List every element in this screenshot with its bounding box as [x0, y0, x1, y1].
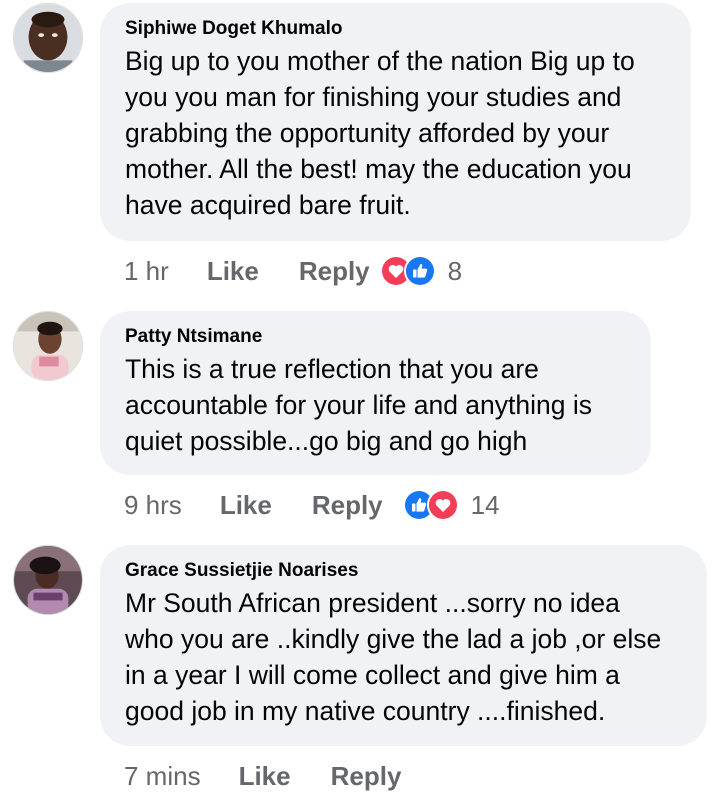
comment-bubble: Patty Ntsimane This is a true reflection…: [100, 311, 651, 475]
comment-timestamp[interactable]: 9 hrs: [124, 490, 182, 521]
like-button[interactable]: Like: [207, 256, 259, 287]
comment-text: Big up to you mother of the nation Big u…: [125, 46, 635, 220]
reply-button[interactable]: Reply: [299, 256, 370, 287]
like-button[interactable]: Like: [220, 490, 272, 521]
comment-actions: 7 mins Like Reply: [124, 756, 411, 796]
reaction-summary[interactable]: 8: [379, 255, 463, 287]
like-reaction-icon: [403, 255, 436, 287]
comment-text: This is a true reflection that you are a…: [125, 354, 592, 456]
comment-author[interactable]: Siphiwe Doget Khumalo: [125, 17, 667, 41]
reaction-count: 8: [447, 255, 463, 286]
comment-text: Mr South African president ...sorry no i…: [125, 588, 662, 726]
love-reaction-icon: [426, 489, 459, 521]
reaction-summary[interactable]: 14: [402, 489, 500, 521]
reply-button[interactable]: Reply: [312, 490, 383, 521]
avatar[interactable]: [13, 545, 83, 615]
avatar[interactable]: [13, 3, 83, 73]
like-button[interactable]: Like: [239, 761, 291, 792]
comment-bubble: Grace Sussietjie Noarises Mr South Afric…: [100, 545, 707, 746]
comment-timestamp[interactable]: 1 hr: [124, 256, 169, 287]
reply-button[interactable]: Reply: [331, 761, 402, 792]
comment-bubble: Siphiwe Doget Khumalo Big up to you moth…: [100, 3, 691, 241]
avatar[interactable]: [13, 311, 83, 381]
comment-author[interactable]: Patty Ntsimane: [125, 325, 627, 349]
comment-timestamp[interactable]: 7 mins: [124, 761, 201, 792]
comment-actions: 1 hr Like Reply 8: [124, 251, 462, 291]
reaction-count: 14: [470, 489, 500, 520]
comment-actions: 9 hrs Like Reply 14: [124, 485, 500, 525]
comment-author[interactable]: Grace Sussietjie Noarises: [125, 559, 683, 583]
